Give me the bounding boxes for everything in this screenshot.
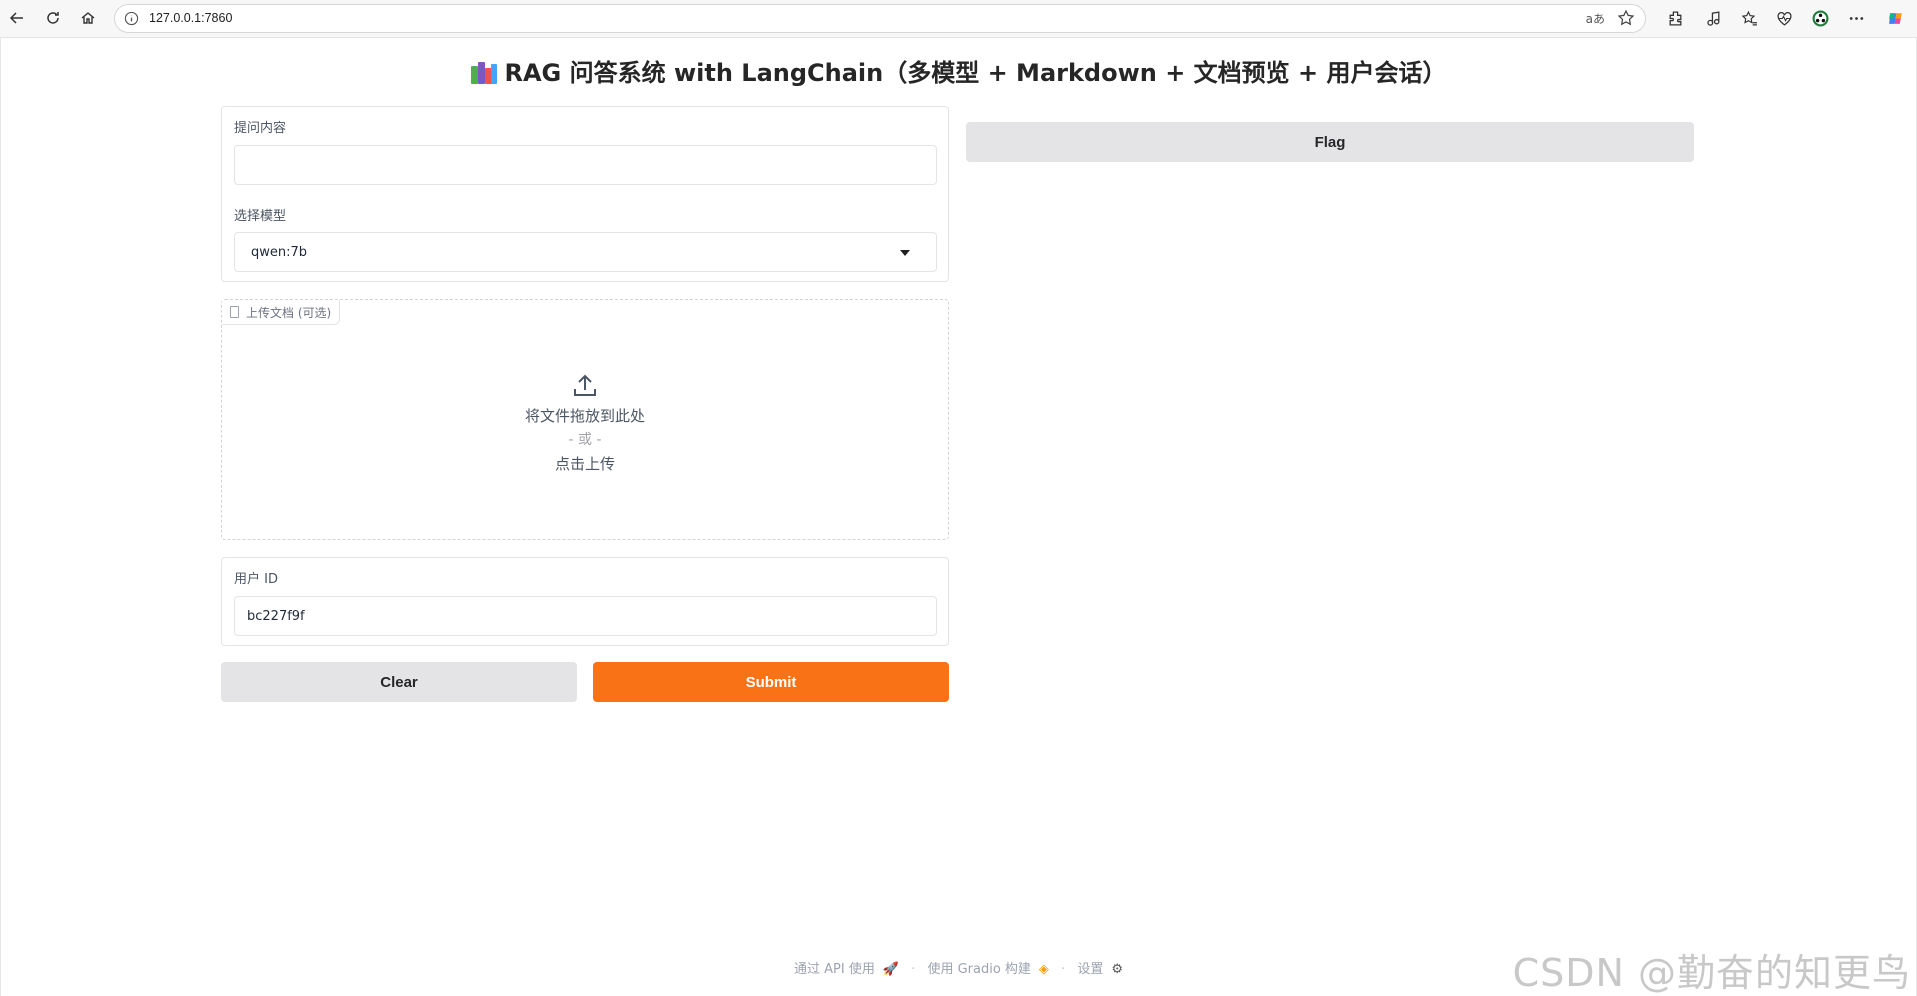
user-id-input[interactable]: bc227f9f — [234, 596, 937, 636]
upload-or-text: - 或 - — [568, 432, 602, 448]
upload-icon — [574, 374, 596, 396]
footer-separator: · — [1061, 962, 1066, 977]
settings-link[interactable]: 设置 — [1077, 962, 1103, 977]
model-selected-value: qwen:7b — [251, 244, 308, 260]
upload-click-text: 点击上传 — [554, 455, 615, 473]
upload-prompt[interactable]: 将文件拖放到此处 - 或 - 点击上传 — [222, 372, 948, 476]
user-id-group: 用户 ID bc227f9f — [221, 557, 949, 646]
question-input[interactable] — [234, 145, 937, 185]
gradio-link[interactable]: 使用 Gradio 构建 — [927, 962, 1030, 977]
flag-button[interactable]: Flag — [966, 122, 1694, 162]
page-title: RAG 问答系统 with LangChain（多模型 + Markdown +… — [0, 53, 1917, 88]
browser-toolbar: 127.0.0.1:7860 aあ — [0, 0, 1917, 38]
more-menu-icon[interactable] — [1846, 8, 1866, 28]
csdn-watermark: CSDN @勤奋的知更鸟 — [1512, 951, 1911, 995]
page-title-text: RAG 问答系统 with LangChain（多模型 + Markdown +… — [504, 59, 1447, 87]
api-link[interactable]: 通过 API 使用 — [794, 962, 875, 977]
file-icon — [230, 306, 239, 318]
model-label: 选择模型 — [234, 209, 287, 224]
clear-button[interactable]: Clear — [221, 662, 577, 702]
home-icon[interactable] — [77, 7, 99, 29]
extensions-icon[interactable] — [1665, 8, 1685, 28]
rocket-icon: 🚀 — [882, 962, 900, 977]
chevron-down-icon — [900, 250, 910, 256]
upload-label-tag: 上传文档 (可选) — [222, 300, 341, 325]
favorite-star-icon[interactable] — [1617, 9, 1635, 27]
footer-separator: · — [911, 962, 916, 977]
music-icon[interactable] — [1703, 8, 1723, 28]
upload-label: 上传文档 (可选) — [246, 305, 332, 320]
books-icon — [470, 62, 497, 84]
profile-avatar-icon[interactable] — [1810, 8, 1830, 28]
model-dropdown[interactable]: qwen:7b — [234, 232, 937, 272]
upload-drop-text: 将文件拖放到此处 — [524, 407, 645, 425]
question-label: 提问内容 — [234, 121, 287, 136]
translate-icon[interactable]: aあ — [1586, 10, 1605, 27]
address-bar[interactable]: 127.0.0.1:7860 aあ — [114, 4, 1646, 33]
site-info-icon[interactable] — [124, 11, 139, 26]
file-upload-dropzone[interactable]: 上传文档 (可选) 将文件拖放到此处 - 或 - 点击上传 — [221, 299, 949, 540]
submit-button[interactable]: Submit — [593, 662, 949, 702]
question-model-group: 提问内容 选择模型 qwen:7b — [221, 106, 949, 282]
gear-icon: ⚙ — [1111, 962, 1123, 977]
reload-icon[interactable] — [42, 7, 64, 29]
gradio-logo-icon: ◈ — [1038, 962, 1049, 977]
health-icon[interactable] — [1774, 8, 1794, 28]
user-id-label: 用户 ID — [234, 572, 278, 587]
url-text: 127.0.0.1:7860 — [149, 11, 233, 25]
favorites-icon[interactable] — [1739, 8, 1759, 28]
copilot-icon[interactable] — [1885, 8, 1905, 28]
back-icon[interactable] — [6, 7, 28, 29]
